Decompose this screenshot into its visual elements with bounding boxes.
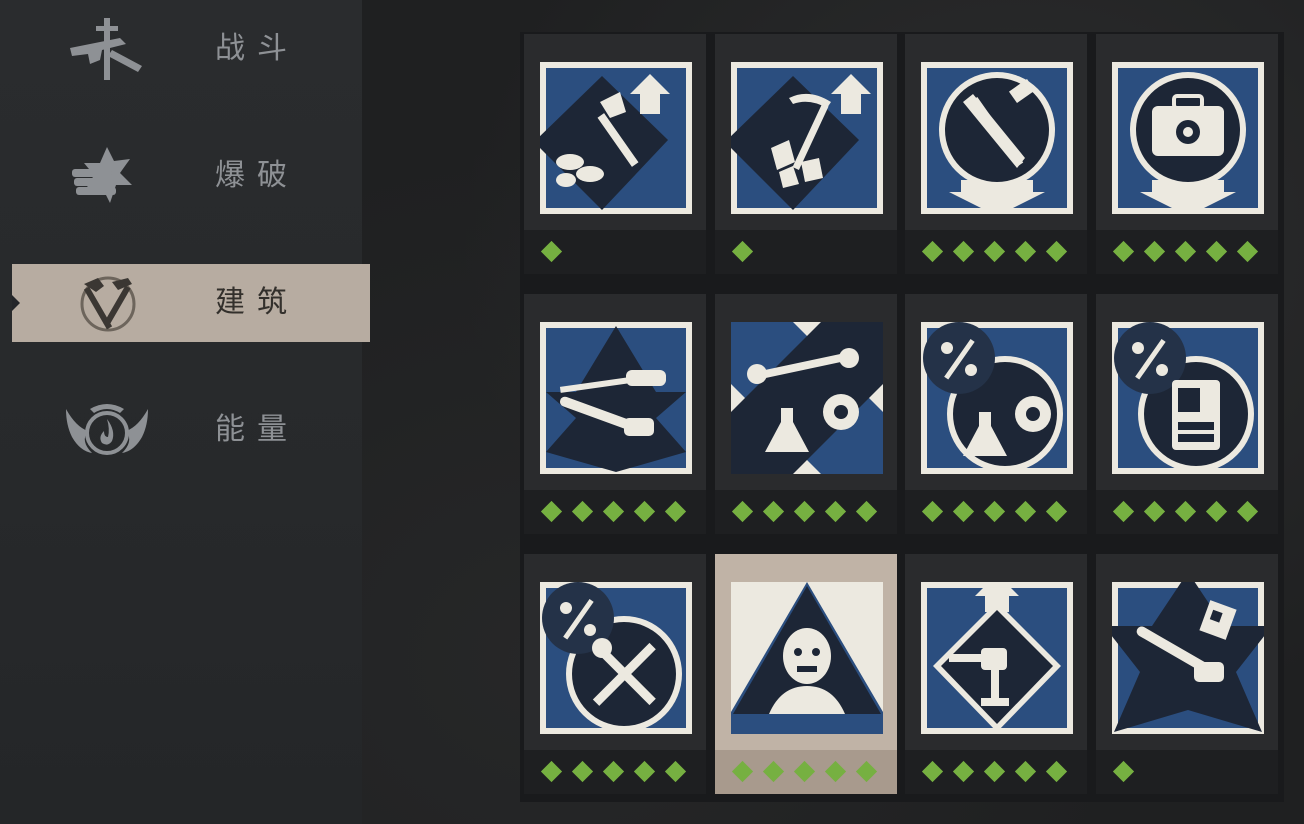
perk-card[interactable] bbox=[715, 294, 897, 534]
rating-diamond bbox=[571, 500, 594, 523]
perk-rating bbox=[905, 490, 1087, 534]
rating-diamond bbox=[602, 760, 625, 783]
rating-diamond bbox=[1045, 760, 1068, 783]
rating-diamond bbox=[1236, 500, 1259, 523]
zombie-icon bbox=[731, 582, 883, 734]
rating-diamond bbox=[1205, 500, 1228, 523]
rating-diamond bbox=[1112, 240, 1135, 263]
rating-diamond bbox=[824, 500, 847, 523]
rating-diamond bbox=[855, 760, 878, 783]
rating-diamond bbox=[731, 760, 754, 783]
perk-rating bbox=[715, 750, 897, 794]
rating-diamond bbox=[540, 500, 563, 523]
rating-diamond bbox=[1112, 760, 1135, 783]
toolbox-cost-reduction-icon bbox=[1112, 62, 1264, 214]
tools-cost-reduction-icon bbox=[921, 62, 1073, 214]
rating-diamond bbox=[540, 240, 563, 263]
rating-diamond bbox=[793, 500, 816, 523]
perk-rating bbox=[1096, 750, 1278, 794]
combat-icon bbox=[70, 18, 142, 80]
rating-diamond bbox=[1174, 240, 1197, 263]
rating-diamond bbox=[983, 760, 1006, 783]
rating-diamond bbox=[983, 240, 1006, 263]
category-label: 建筑 bbox=[215, 285, 299, 320]
rating-diamond bbox=[664, 760, 687, 783]
rating-diamond bbox=[571, 760, 594, 783]
rating-diamond bbox=[731, 500, 754, 523]
rating-diamond bbox=[824, 760, 847, 783]
perk-card[interactable] bbox=[905, 294, 1087, 534]
category-construction[interactable]: 建筑 bbox=[12, 264, 370, 342]
rating-diamond bbox=[540, 760, 563, 783]
category-label: 能量 bbox=[215, 412, 299, 447]
rating-diamond bbox=[793, 760, 816, 783]
rating-diamond bbox=[1014, 240, 1037, 263]
perk-card[interactable] bbox=[524, 554, 706, 794]
rating-diamond bbox=[1014, 760, 1037, 783]
rating-diamond bbox=[1205, 240, 1228, 263]
perk-card-selected[interactable] bbox=[715, 554, 897, 794]
perk-rating bbox=[524, 230, 706, 274]
perk-rating bbox=[715, 490, 897, 534]
rating-diamond bbox=[1236, 240, 1259, 263]
rating-diamond bbox=[762, 500, 785, 523]
rating-diamond bbox=[664, 500, 687, 523]
perk-card[interactable] bbox=[1096, 294, 1278, 534]
turret-upgrade-icon bbox=[921, 582, 1073, 734]
construction-icon bbox=[80, 276, 136, 332]
energy-icon bbox=[66, 404, 148, 455]
category-label: 战斗 bbox=[215, 31, 299, 66]
power-tools-icon bbox=[540, 322, 692, 474]
mining-upgrade-icon bbox=[731, 62, 883, 214]
category-label: 爆破 bbox=[215, 158, 299, 193]
rating-diamond bbox=[952, 500, 975, 523]
rating-diamond bbox=[633, 500, 656, 523]
rating-diamond bbox=[1143, 240, 1166, 263]
perk-card[interactable] bbox=[524, 294, 706, 534]
rating-diamond bbox=[921, 240, 944, 263]
explosives-icon bbox=[72, 147, 132, 203]
perk-rating bbox=[1096, 230, 1278, 274]
category-sidebar: 战斗 爆破 建筑 能量 bbox=[0, 0, 370, 824]
perk-rating bbox=[905, 230, 1087, 274]
rating-diamond bbox=[983, 500, 1006, 523]
chainsaw-blueprint-icon bbox=[1112, 582, 1264, 734]
rating-diamond bbox=[1112, 500, 1135, 523]
workbench-research-icon bbox=[731, 322, 883, 474]
category-energy[interactable]: 能量 bbox=[12, 391, 370, 469]
machine-discount-icon bbox=[1112, 322, 1264, 474]
rating-diamond bbox=[952, 760, 975, 783]
rating-diamond bbox=[1174, 500, 1197, 523]
perk-rating bbox=[905, 750, 1087, 794]
rating-diamond bbox=[1014, 500, 1037, 523]
perk-card[interactable] bbox=[1096, 554, 1278, 794]
rating-diamond bbox=[731, 240, 754, 263]
research-discount-icon bbox=[921, 322, 1073, 474]
perk-grid bbox=[520, 32, 1284, 802]
rating-diamond bbox=[921, 760, 944, 783]
rating-diamond bbox=[762, 760, 785, 783]
perk-rating bbox=[715, 230, 897, 274]
category-combat[interactable]: 战斗 bbox=[12, 10, 370, 88]
perk-rating bbox=[524, 490, 706, 534]
rating-diamond bbox=[1143, 500, 1166, 523]
perk-card[interactable] bbox=[524, 34, 706, 274]
rating-diamond bbox=[1045, 240, 1068, 263]
perk-card[interactable] bbox=[715, 34, 897, 274]
perk-rating bbox=[524, 750, 706, 794]
perk-card[interactable] bbox=[905, 554, 1087, 794]
rating-diamond bbox=[921, 500, 944, 523]
repair-discount-icon bbox=[540, 582, 692, 734]
perk-card[interactable] bbox=[905, 34, 1087, 274]
rating-diamond bbox=[1045, 500, 1068, 523]
category-explosives[interactable]: 爆破 bbox=[12, 137, 370, 215]
rating-diamond bbox=[633, 760, 656, 783]
woodcutting-upgrade-icon bbox=[540, 62, 692, 214]
perk-card[interactable] bbox=[1096, 34, 1278, 274]
rating-diamond bbox=[602, 500, 625, 523]
rating-diamond bbox=[952, 240, 975, 263]
rating-diamond bbox=[855, 500, 878, 523]
perk-rating bbox=[1096, 490, 1278, 534]
